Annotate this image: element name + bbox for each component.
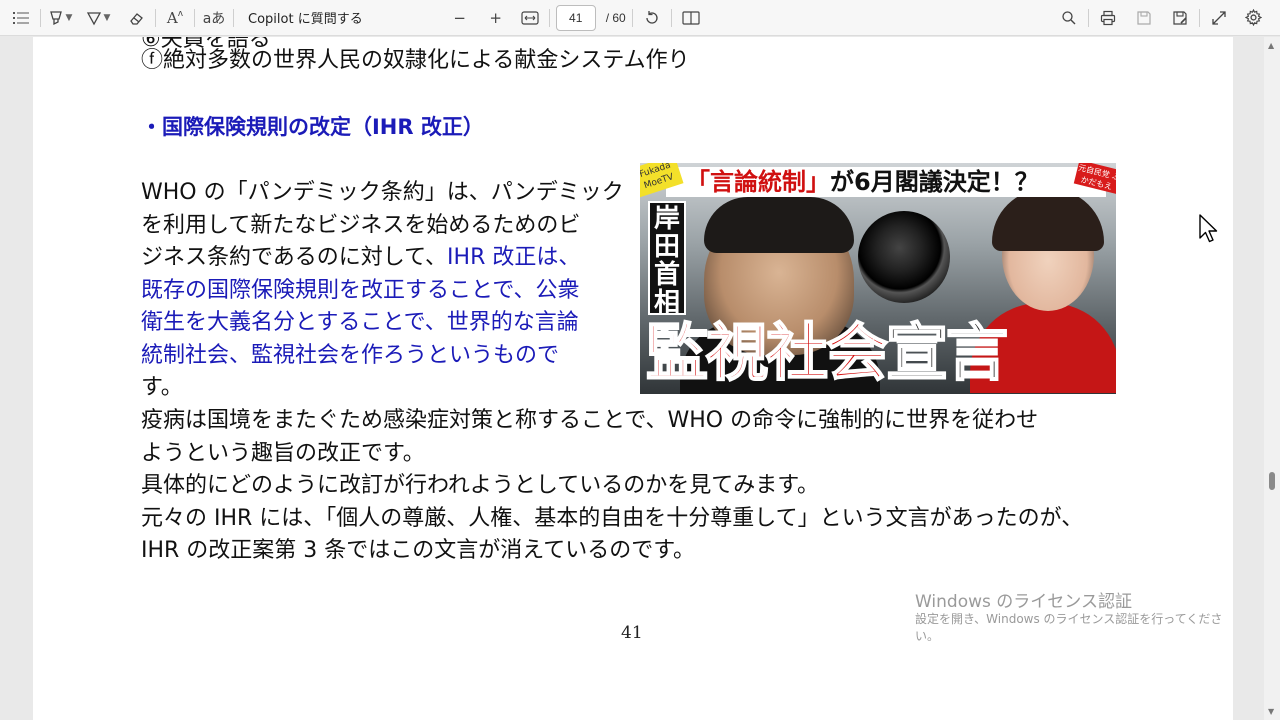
eraser-icon[interactable] [123, 4, 149, 32]
text-line: 元々の IHR には、「個人の尊厳、人権、基本的自由を十分尊重して」という文言が… [141, 505, 1084, 531]
chevron-down-icon[interactable]: ▼ [104, 13, 111, 23]
camera-lens-icon [858, 211, 950, 303]
text-line: 統制社会、監視社会を作ろうというもので [141, 340, 559, 373]
man-hair [704, 197, 854, 253]
gear-icon[interactable] [1240, 4, 1266, 32]
page-number-input[interactable]: 41 [555, 4, 596, 31]
thumbnail-headline: 監視社会宣言 [645, 315, 1009, 390]
draw-icon[interactable]: ▼ [85, 4, 111, 32]
page-number: 41 [621, 623, 643, 643]
toolbar-divider [670, 8, 672, 27]
activation-watermark-body: 設定を開き、Windows のライセンス認証を行ってください。 [915, 612, 1223, 643]
zoom-in-button[interactable]: + [483, 4, 509, 32]
toolbar-divider [631, 8, 633, 27]
vertical-scrollbar[interactable]: ▲ ▼ [1264, 37, 1280, 720]
toolbar-divider [548, 8, 550, 27]
highlight-icon[interactable]: ▼ [47, 4, 73, 32]
page-view-icon[interactable] [678, 4, 704, 32]
toolbar-divider [194, 8, 195, 27]
text-line: ようという趣旨の改正です。 [141, 440, 425, 466]
vertical-label: 岸田首相 [648, 201, 686, 317]
highlighted-text: 統制社会、監視社会を作ろうというもので [141, 342, 560, 368]
highlighted-text: 衛生を大義名分とすることで、世界的な言論 [141, 310, 579, 335]
expand-icon[interactable] [1206, 4, 1232, 32]
text-line: 具体的にどのように改訂が行われようとしているのかを見てみます。 [141, 473, 820, 498]
activation-watermark-title: Windows のライセンス認証 [915, 592, 1132, 612]
toolbar-divider [155, 8, 156, 27]
zoom-out-button[interactable]: − [447, 4, 473, 32]
toolbar-divider [1088, 8, 1089, 27]
save-as-icon[interactable] [1167, 4, 1193, 32]
scroll-up-icon[interactable]: ▲ [1268, 41, 1274, 50]
text-line: WHO の「パンデミック条約」は、パンデミック [141, 180, 624, 205]
mouse-cursor-icon [1199, 214, 1218, 243]
video-thumbnail-image: 「言論統制」が6月閣議決定！？ Fukada MoeTV 元自民党 ふかだもえ … [640, 163, 1116, 394]
text-line: ジネス条約であるのに対して、IHR 改正は、 [141, 245, 581, 270]
contents-icon[interactable] [8, 4, 34, 32]
copilot-button[interactable]: Copilot に質問する [240, 8, 371, 27]
scroll-down-icon[interactable]: ▼ [1268, 707, 1274, 716]
section-heading: ・国際保険規則の改定（IHR 改正） [141, 115, 484, 139]
read-aloud-icon[interactable]: aあ [201, 4, 227, 32]
text-line: 既存の国際保険規則を改正することで、公衆 [141, 275, 579, 308]
text-line: を利用して新たなビジネスを始めるためのビ [141, 212, 581, 238]
thumbnail-banner: 「言論統制」が6月閣議決定！？ [666, 167, 1106, 197]
toolbar-divider [40, 8, 41, 27]
print-icon[interactable] [1095, 4, 1121, 32]
toolbar-divider [1199, 8, 1200, 27]
toolbar-divider [233, 8, 234, 27]
text-line: 衛生を大義名分とすることで、世界的な言論 [141, 307, 579, 340]
rotate-icon[interactable] [639, 4, 665, 32]
fit-width-icon[interactable] [517, 4, 543, 32]
chevron-down-icon[interactable]: ▼ [66, 13, 73, 23]
save-icon[interactable] [1131, 4, 1157, 32]
scrollbar-thumb[interactable] [1269, 472, 1275, 490]
text-line: IHR の改正案第 3 条ではこの文言が消えているのです。 [141, 538, 695, 563]
page-total: / 60 [605, 10, 626, 25]
text-line: す。 [141, 375, 183, 400]
text-line: ⓕ絶対多数の世界人民の奴隷化による献金システム作り [141, 48, 690, 73]
search-icon[interactable] [1056, 4, 1082, 32]
pdf-toolbar: ▼ ▼ Aʌ aあ Copilot に質問する − + 41 / 60 [0, 0, 1280, 36]
text-icon[interactable]: Aʌ [162, 4, 188, 32]
text-line: 疫病は国境をまたぐため感染症対策と称することで、WHO の命令に強制的に世界を従… [141, 408, 1039, 433]
highlighted-text: 既存の国際保険規則を改正することで、公衆 [141, 277, 580, 303]
highlighted-text: IHR 改正は、 [447, 245, 581, 270]
pdf-page: ⑥夫員を語る ⓕ絶対多数の世界人民の奴隷化による献金システム作り ・国際保険規則… [33, 37, 1233, 720]
